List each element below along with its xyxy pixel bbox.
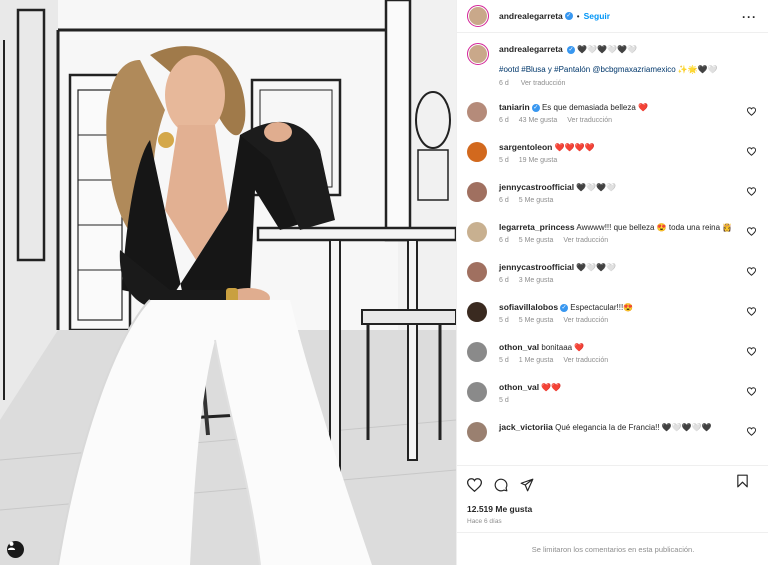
comment-username[interactable]: othon_val bbox=[499, 342, 539, 352]
comment-icon[interactable] bbox=[494, 478, 508, 492]
follow-button[interactable]: Seguir bbox=[584, 11, 610, 21]
comment-username[interactable]: othon_val bbox=[499, 382, 539, 392]
posted-ago: Hace 6 días bbox=[467, 518, 502, 525]
post-header: andrealegarreta ✓ • Seguir ··· bbox=[457, 0, 768, 33]
comment-likes[interactable]: 5 Me gusta bbox=[519, 317, 554, 324]
comment-likes[interactable]: 3 Me gusta bbox=[519, 277, 554, 284]
comment-row: legarreta_princess Awwww!!! que belleza … bbox=[467, 222, 758, 262]
verified-icon: ✓ bbox=[564, 12, 573, 20]
comment-age: 6 d bbox=[499, 237, 509, 244]
comment-text: 🖤🤍🖤🤍 bbox=[576, 263, 617, 272]
author-avatar[interactable] bbox=[467, 5, 489, 27]
comment-username[interactable]: sargentoleon bbox=[499, 142, 552, 152]
more-icon[interactable]: ··· bbox=[742, 10, 757, 24]
comment-avatar[interactable] bbox=[467, 302, 487, 322]
comment-text: Qué elegancia la de Francia!! 🖤🤍🖤🤍🖤 bbox=[555, 423, 712, 432]
comment-avatar[interactable] bbox=[467, 342, 487, 362]
post-image bbox=[0, 0, 456, 565]
post-actions: 12.519 Me gusta Hace 6 días bbox=[457, 465, 768, 525]
comment-row: taniarin ✓ Es que demasiada belleza ❤️ 6 d… bbox=[467, 102, 758, 142]
comment-likes[interactable]: 1 Me gusta bbox=[519, 357, 554, 364]
comment-like-heart-icon[interactable] bbox=[747, 427, 756, 436]
comment-like-heart-icon[interactable] bbox=[747, 267, 756, 276]
verified-icon: ✓ bbox=[531, 103, 540, 112]
tag-user-button[interactable] bbox=[7, 541, 24, 558]
verified-icon: ✓ bbox=[567, 45, 576, 54]
caption-age: 6 d bbox=[499, 80, 509, 87]
comment-row: othon_val bonitaaa ❤️ 5 d 1 Me gusta Ver tr… bbox=[467, 342, 758, 382]
comment-avatar[interactable] bbox=[467, 382, 487, 402]
post-photo[interactable] bbox=[0, 0, 456, 565]
caption-tags[interactable]: #ootd #Blusa y #Pantalón @bcbgmaxazriame… bbox=[499, 65, 676, 74]
like-count[interactable]: 12.519 Me gusta bbox=[467, 504, 759, 514]
comment-like-heart-icon[interactable] bbox=[747, 227, 756, 236]
comment-text: 🖤🤍🖤🤍 bbox=[576, 183, 617, 192]
comment-like-heart-icon[interactable] bbox=[747, 147, 756, 156]
comment-likes[interactable]: 5 Me gusta bbox=[519, 237, 554, 244]
comment-translate[interactable]: Ver traducción bbox=[567, 117, 612, 124]
comment-username[interactable]: jack_victoriia bbox=[499, 422, 553, 432]
comment-username[interactable]: legarreta_princess bbox=[499, 222, 575, 232]
comment-text: Es que demasiada belleza ❤️ bbox=[541, 103, 648, 112]
heart-icon[interactable] bbox=[467, 478, 482, 492]
comment-username[interactable]: jennycastroofficial bbox=[499, 182, 574, 192]
comment-username[interactable]: sofiavillalobos bbox=[499, 302, 558, 312]
bookmark-icon[interactable] bbox=[736, 474, 749, 488]
comment-row: othon_val ❤️❤️ 5 d bbox=[467, 382, 758, 422]
comment-age: 5 d bbox=[499, 317, 509, 324]
comment-avatar[interactable] bbox=[467, 102, 487, 122]
tag-user-icon bbox=[7, 541, 16, 550]
comment-likes[interactable]: 43 Me gusta bbox=[519, 117, 558, 124]
comment-avatar[interactable] bbox=[467, 262, 487, 282]
comment-row: jennycastroofficial 🖤🤍🖤🤍 6 d 3 Me gusta bbox=[467, 262, 758, 302]
caption-username[interactable]: andrealegarreta bbox=[499, 44, 563, 54]
caption-avatar[interactable] bbox=[467, 43, 489, 65]
comment-age: 5 d bbox=[499, 357, 509, 364]
verified-icon: ✓ bbox=[560, 303, 569, 312]
comment-age: 6 d bbox=[499, 117, 509, 124]
comment-likes[interactable]: 5 Me gusta bbox=[519, 197, 554, 204]
comment-text: Awwww!!! que belleza 😍 toda una reina 👸 bbox=[576, 223, 733, 232]
comment-avatar[interactable] bbox=[467, 222, 487, 242]
comment-translate[interactable]: Ver traducción bbox=[563, 317, 608, 324]
comment-avatar[interactable] bbox=[467, 142, 487, 162]
share-icon[interactable] bbox=[520, 478, 534, 492]
comments-list[interactable]: andrealegarreta ✓ 🖤🤍🖤🤍🖤🤍 #ootd #Blusa y … bbox=[457, 33, 768, 463]
comment-age: 6 d bbox=[499, 197, 509, 204]
comment-row: jack_victoriia Qué elegancia la de Franc… bbox=[467, 422, 758, 462]
comment-text: bonitaaa ❤️ bbox=[541, 343, 585, 352]
caption-tail: ✨🌟🖤🤍 bbox=[677, 65, 718, 74]
comment-avatar[interactable] bbox=[467, 182, 487, 202]
comment-text: ❤️❤️❤️❤️ bbox=[554, 143, 595, 152]
comment-age: 5 d bbox=[499, 397, 509, 404]
author-username[interactable]: andrealegarreta bbox=[499, 11, 563, 21]
comment-text: ❤️❤️ bbox=[541, 383, 562, 392]
comment-like-heart-icon[interactable] bbox=[747, 307, 756, 316]
comment-avatar[interactable] bbox=[467, 422, 487, 442]
comment-translate[interactable]: Ver traducción bbox=[563, 237, 608, 244]
caption-emojis: 🖤🤍🖤🤍🖤🤍 bbox=[577, 45, 638, 54]
comment-row: sofiavillalobos ✓ Espectacular!!!😍 5 d 5 Me… bbox=[467, 302, 758, 342]
comment-row: sargentoleon ❤️❤️❤️❤️ 5 d 19 Me gusta bbox=[467, 142, 758, 182]
comment-like-heart-icon[interactable] bbox=[747, 347, 756, 356]
comment-like-heart-icon[interactable] bbox=[747, 107, 756, 116]
comment-row: jennycastroofficial 🖤🤍🖤🤍 6 d 5 Me gusta bbox=[467, 182, 758, 222]
separator-dot: • bbox=[576, 11, 580, 21]
comment-translate[interactable]: Ver traducción bbox=[563, 357, 608, 364]
comment-likes[interactable]: 19 Me gusta bbox=[519, 157, 558, 164]
comment-age: 5 d bbox=[499, 157, 509, 164]
caption-translate[interactable]: Ver traducción bbox=[521, 80, 566, 87]
comment-username[interactable]: jennycastroofficial bbox=[499, 262, 574, 272]
comment-text: Espectacular!!!😍 bbox=[570, 303, 634, 312]
comment-like-heart-icon[interactable] bbox=[747, 387, 756, 396]
comments-limited-notice: Se limitaron los comentarios en esta pub… bbox=[457, 532, 768, 554]
comment-age: 6 d bbox=[499, 277, 509, 284]
post-side-panel: andrealegarreta ✓ • Seguir ··· andrealeg… bbox=[456, 0, 768, 565]
comment-rows: taniarin ✓ Es que demasiada belleza ❤️ 6 d… bbox=[467, 102, 758, 462]
comment-username[interactable]: taniarin bbox=[499, 102, 530, 112]
comment-like-heart-icon[interactable] bbox=[747, 187, 756, 196]
post-caption: andrealegarreta ✓ 🖤🤍🖤🤍🖤🤍 #ootd #Blusa y … bbox=[467, 43, 758, 90]
